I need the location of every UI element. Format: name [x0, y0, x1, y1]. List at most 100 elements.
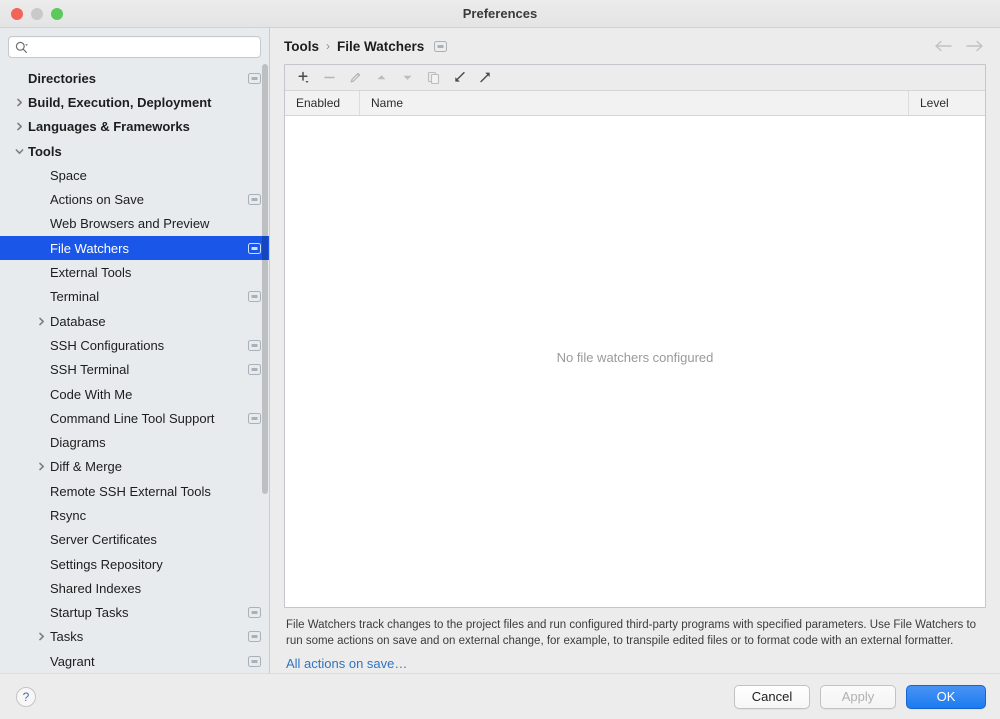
sidebar-item-settings-repository[interactable]: Settings Repository: [0, 552, 269, 576]
column-header-name[interactable]: Name: [360, 91, 909, 115]
sidebar-item-label: Command Line Tool Support: [50, 411, 248, 426]
sidebar-item-shared-indexes[interactable]: Shared Indexes: [0, 576, 269, 600]
description-text: File Watchers track changes to the proje…: [286, 619, 976, 647]
sidebar-item-label: Database: [50, 314, 261, 329]
chevron-right-icon[interactable]: [32, 632, 50, 641]
sidebar-item-actions-on-save[interactable]: Actions on Save: [0, 187, 269, 211]
chevron-down-icon[interactable]: [10, 147, 28, 156]
sidebar-item-server-certificates[interactable]: Server Certificates: [0, 528, 269, 552]
window-title: Preferences: [0, 6, 1000, 21]
add-button[interactable]: [292, 68, 314, 88]
remove-button[interactable]: [318, 68, 340, 88]
title-bar: Preferences: [0, 0, 1000, 28]
chevron-right-icon[interactable]: [10, 98, 28, 107]
panel-description: File Watchers track changes to the proje…: [284, 608, 986, 673]
traffic-lights: [0, 8, 63, 20]
import-button[interactable]: [448, 68, 470, 88]
sidebar-item-startup-tasks[interactable]: Startup Tasks: [0, 601, 269, 625]
sidebar-item-label: Shared Indexes: [50, 581, 261, 596]
column-header-enabled[interactable]: Enabled: [285, 91, 360, 115]
triangle-down-icon: [400, 70, 415, 85]
footer-buttons: Cancel Apply OK: [734, 685, 986, 709]
sidebar-item-label: Tools: [28, 144, 261, 159]
sidebar-item-rsync[interactable]: Rsync: [0, 503, 269, 527]
minus-icon: [322, 70, 337, 85]
project-scope-badge-icon: [248, 291, 261, 302]
breadcrumb-parent[interactable]: Tools: [284, 39, 319, 54]
cancel-button[interactable]: Cancel: [734, 685, 810, 709]
copy-button[interactable]: [422, 68, 444, 88]
breadcrumb-separator: ›: [326, 39, 330, 53]
chevron-right-icon[interactable]: [32, 317, 50, 326]
sidebar-scrollbar[interactable]: [262, 64, 268, 673]
search-icon: [15, 41, 28, 54]
sidebar-item-space[interactable]: Space: [0, 163, 269, 187]
export-button[interactable]: [474, 68, 496, 88]
sidebar-item-file-watchers[interactable]: File Watchers: [0, 236, 269, 260]
copy-icon: [426, 70, 441, 85]
preferences-window: Preferences Directories Build, Execution,…: [0, 0, 1000, 719]
sidebar-item-build-execution-deployment[interactable]: Build, Execution, Deployment: [0, 90, 269, 114]
sidebar-item-diagrams[interactable]: Diagrams: [0, 430, 269, 454]
sidebar-item-languages-frameworks[interactable]: Languages & Frameworks: [0, 115, 269, 139]
chevron-right-icon[interactable]: [32, 462, 50, 471]
back-arrow-icon[interactable]: [934, 40, 952, 52]
chevron-right-icon[interactable]: [10, 122, 28, 131]
pencil-icon: [348, 70, 363, 85]
sidebar-item-tools[interactable]: Tools: [0, 139, 269, 163]
search-box[interactable]: [8, 36, 261, 58]
breadcrumb-current: File Watchers: [337, 39, 424, 54]
help-button[interactable]: ?: [16, 687, 36, 707]
settings-panel: Tools › File Watchers: [270, 28, 1000, 673]
sidebar-item-diff-merge[interactable]: Diff & Merge: [0, 455, 269, 479]
sidebar-item-ssh-configurations[interactable]: SSH Configurations: [0, 333, 269, 357]
sidebar-item-label: File Watchers: [50, 241, 248, 256]
table-header: Enabled Name Level: [285, 91, 985, 116]
table-body: No file watchers configured: [285, 116, 985, 607]
sidebar-item-label: Startup Tasks: [50, 605, 248, 620]
all-actions-on-save-link[interactable]: All actions on save…: [286, 656, 407, 672]
search-input[interactable]: [31, 38, 254, 56]
minimize-button[interactable]: [31, 8, 43, 20]
ok-button[interactable]: OK: [906, 685, 986, 709]
project-scope-badge-icon: [248, 364, 261, 375]
sidebar-item-label: Settings Repository: [50, 557, 261, 572]
sidebar-item-command-line-tool-support[interactable]: Command Line Tool Support: [0, 406, 269, 430]
apply-button[interactable]: Apply: [820, 685, 896, 709]
sidebar-item-label: Build, Execution, Deployment: [28, 95, 261, 110]
sidebar-item-code-with-me[interactable]: Code With Me: [0, 382, 269, 406]
sidebar-item-external-tools[interactable]: External Tools: [0, 260, 269, 284]
sidebar-item-vagrant[interactable]: Vagrant: [0, 649, 269, 673]
table-toolbar: [285, 65, 985, 91]
sidebar-item-directories[interactable]: Directories: [0, 66, 269, 90]
sidebar-item-remote-ssh-external-tools[interactable]: Remote SSH External Tools: [0, 479, 269, 503]
sidebar-item-label: SSH Configurations: [50, 338, 248, 353]
sidebar-item-label: Remote SSH External Tools: [50, 484, 261, 499]
close-button[interactable]: [11, 8, 23, 20]
plus-icon: [296, 70, 311, 85]
move-up-button[interactable]: [370, 68, 392, 88]
forward-arrow-icon[interactable]: [966, 40, 984, 52]
sidebar-item-web-browsers-and-preview[interactable]: Web Browsers and Preview: [0, 212, 269, 236]
move-down-button[interactable]: [396, 68, 418, 88]
sidebar-item-label: Directories: [28, 71, 248, 86]
project-scope-badge-icon: [248, 656, 261, 667]
zoom-button[interactable]: [51, 8, 63, 20]
project-scope-badge-icon: [248, 243, 261, 254]
edit-button[interactable]: [344, 68, 366, 88]
sidebar-item-label: Tasks: [50, 629, 248, 644]
sidebar-item-ssh-terminal[interactable]: SSH Terminal: [0, 358, 269, 382]
project-scope-badge-icon: [248, 340, 261, 351]
column-header-level[interactable]: Level: [909, 91, 985, 115]
project-scope-badge-icon: [248, 607, 261, 618]
sidebar-item-database[interactable]: Database: [0, 309, 269, 333]
project-scope-badge-icon: [434, 41, 447, 52]
sidebar-item-label: External Tools: [50, 265, 261, 280]
sidebar-item-terminal[interactable]: Terminal: [0, 285, 269, 309]
sidebar-scrollbar-thumb[interactable]: [262, 64, 268, 494]
sidebar-item-label: Web Browsers and Preview: [50, 216, 261, 231]
settings-tree[interactable]: Directories Build, Execution, Deployment L…: [0, 64, 269, 673]
search-container: [0, 28, 269, 64]
sidebar-item-tasks[interactable]: Tasks: [0, 625, 269, 649]
sidebar-item-label: Languages & Frameworks: [28, 119, 261, 134]
